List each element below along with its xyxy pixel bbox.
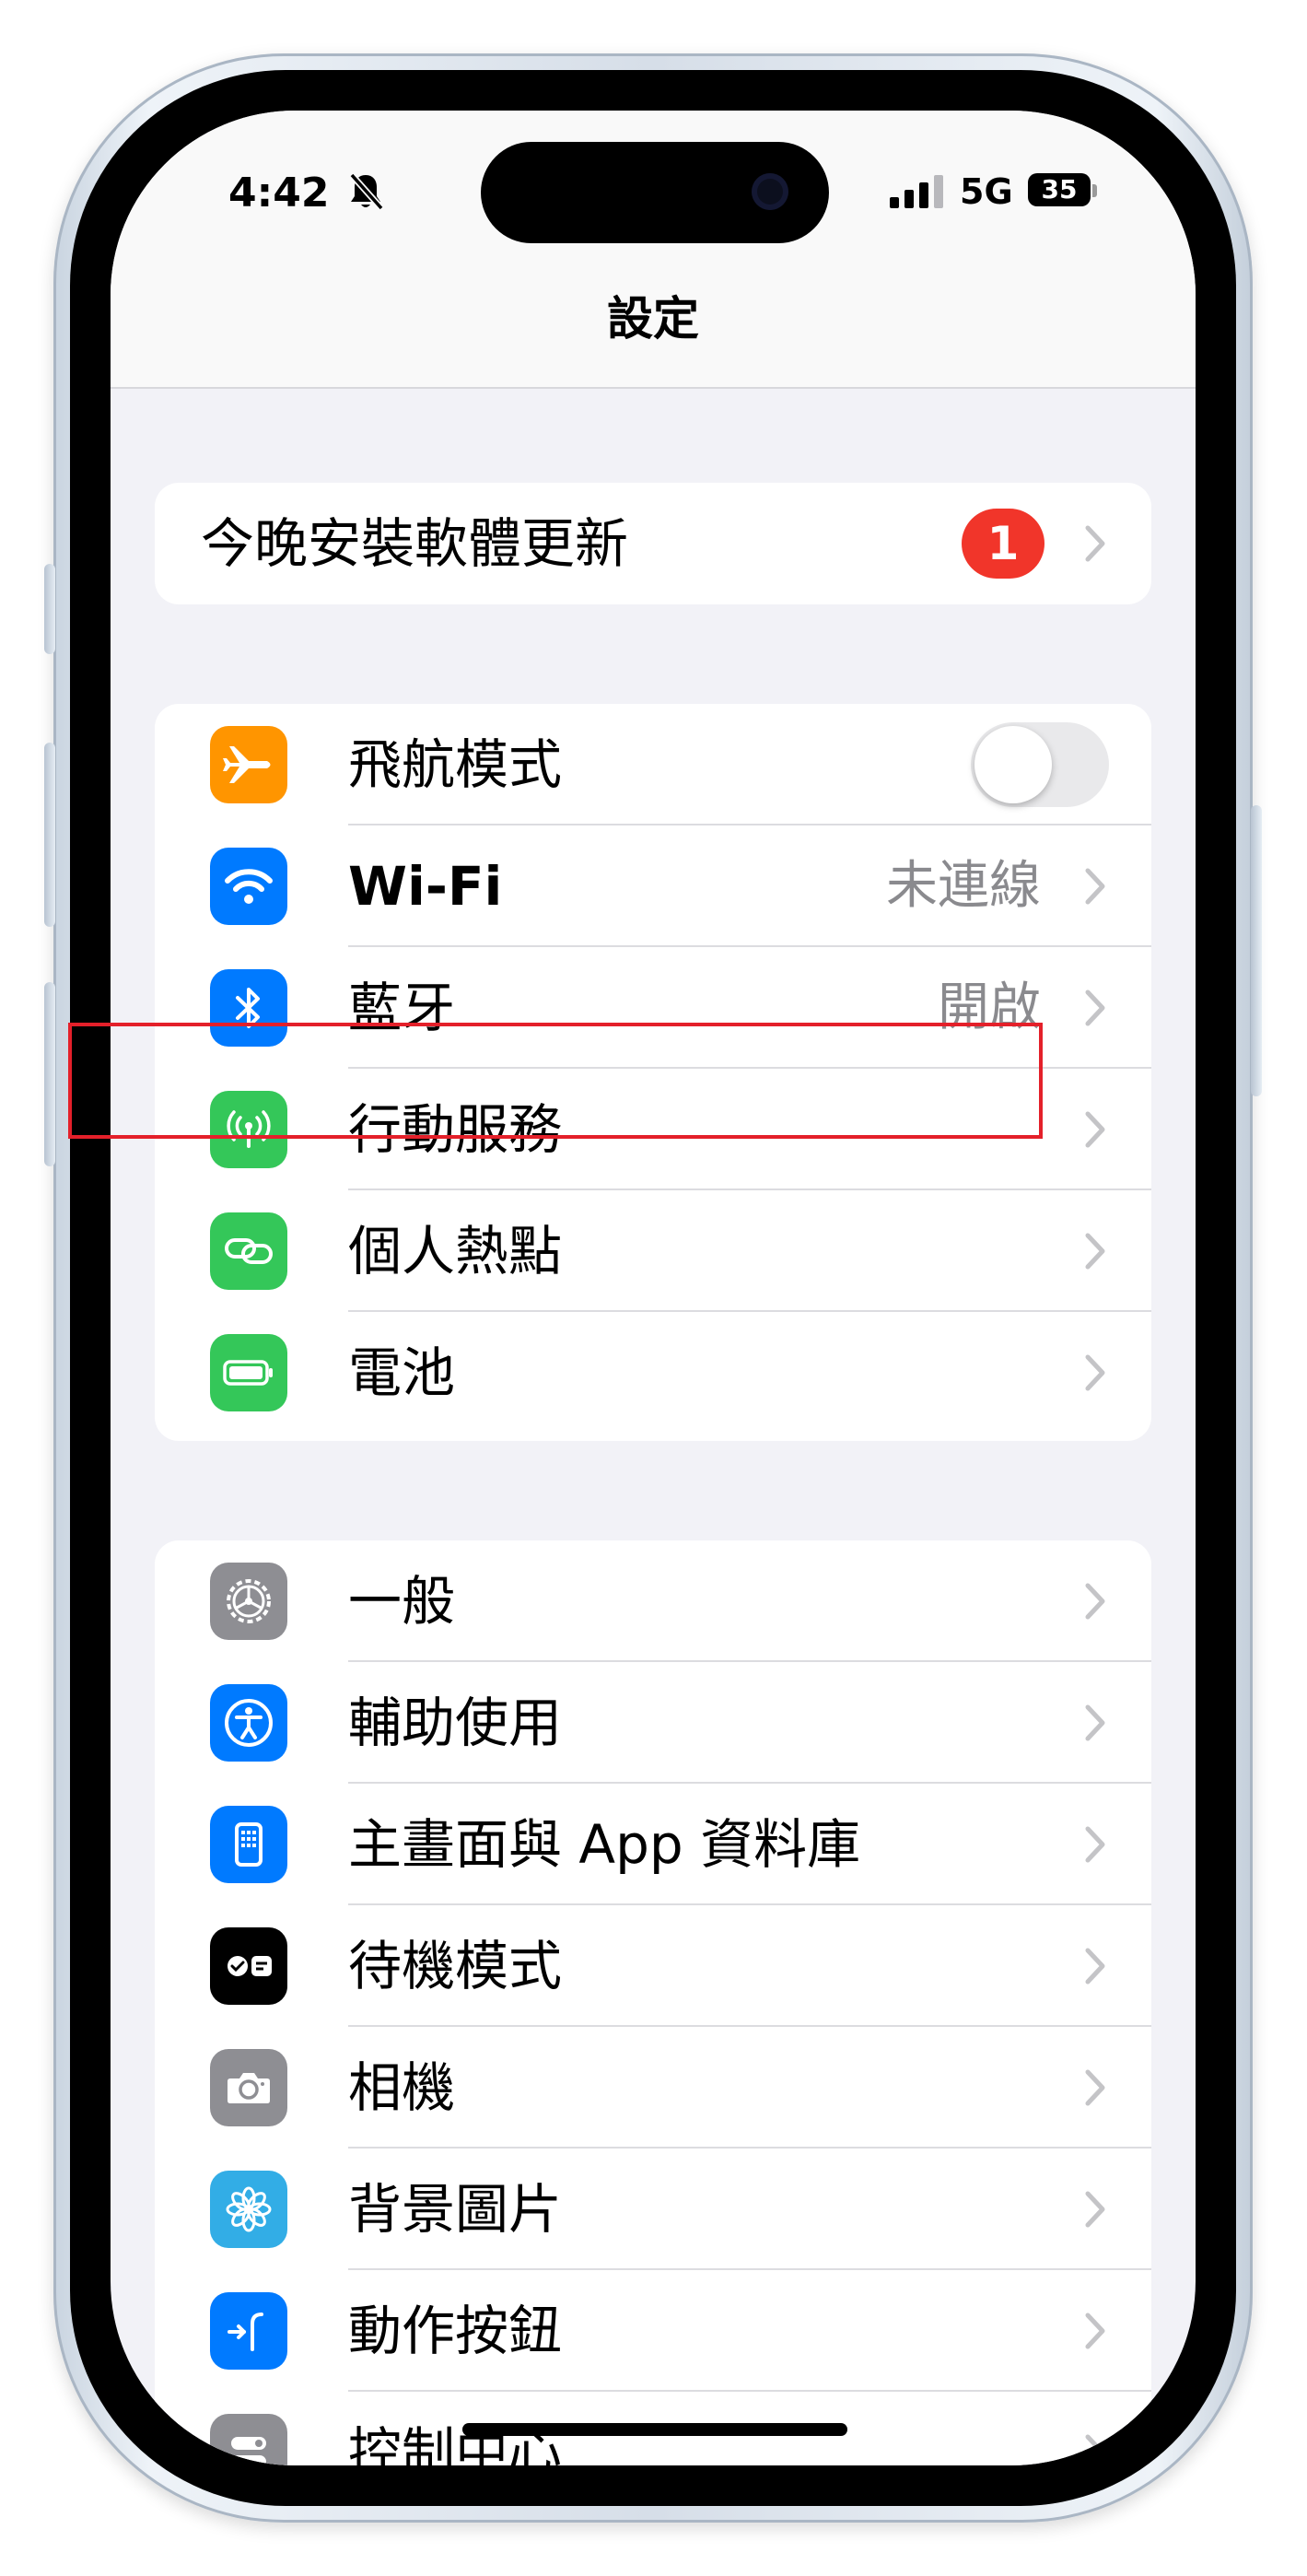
general-group: 一般 輔助使用 主畫面與 App 資料庫 待機模式 相機 背景圖片 動作按鈕 控… [155,1540,1151,2465]
wallpaper-icon [210,2171,287,2248]
chevron-right-icon [1085,2191,1105,2228]
row-value: 未連線 [886,856,1041,916]
row-label: 相機 [348,2056,456,2119]
chevron-right-icon [1085,2313,1105,2349]
standby-icon [210,1927,287,2005]
settings-row-accessibility[interactable]: 輔助使用 [155,1662,1151,1784]
home-screen-icon [210,1806,287,1883]
volume-down-button [44,982,55,1166]
settings-row-camera[interactable]: 相機 [155,2027,1151,2149]
settings-row-action-button[interactable]: 動作按鈕 [155,2270,1151,2392]
chevron-right-icon [1085,989,1105,1026]
chevron-right-icon [1085,868,1105,905]
settings-row-standby[interactable]: 待機模式 [155,1905,1151,2027]
chevron-right-icon [1085,525,1105,562]
action-side-button [44,564,55,654]
settings-row-home-screen[interactable]: 主畫面與 App 資料庫 [155,1784,1151,1905]
page-title: 設定 [607,292,699,345]
camera-icon [210,2049,287,2126]
row-label: 電池 [348,1341,456,1404]
action-button-icon [210,2292,287,2370]
volume-up-button [44,743,55,927]
accessibility-icon [210,1684,287,1762]
highlight-box [68,1023,1043,1139]
wifi-icon [210,848,287,925]
settings-row-general[interactable]: 一般 [155,1540,1151,1662]
battery-tip [1092,184,1097,197]
chevron-right-icon [1085,2434,1105,2465]
silent-mode-bell-icon [349,172,384,211]
control-center-icon [210,2414,287,2465]
chevron-right-icon [1085,1948,1105,1985]
chevron-right-icon [1085,1826,1105,1863]
software-update-row[interactable]: 今晚安裝軟體更新 1 [155,483,1151,604]
notification-badge: 1 [962,509,1044,579]
software-update-label: 今晚安裝軟體更新 [201,512,629,575]
battery-icon [210,1334,287,1411]
battery-indicator: 35 [1028,173,1091,206]
row-label: 動作按鈕 [348,2300,563,2362]
airplane-mode-toggle[interactable] [971,722,1109,807]
toggle-knob [974,726,1052,803]
chevron-right-icon [1085,1111,1105,1148]
chevron-right-icon [1085,1704,1105,1741]
settings-row-wifi[interactable]: Wi-Fi 未連線 [155,825,1151,947]
screen: 4:42 5G 35 設定 今晚安裝軟體更新 1 飛航模式 Wi-Fi 未連線 … [111,111,1196,2465]
airplane-icon [210,726,287,803]
chevron-right-icon [1085,1354,1105,1391]
row-label: 一般 [348,1570,456,1633]
row-label: 飛航模式 [348,733,563,796]
gear-icon [210,1563,287,1640]
status-time: 4:42 [228,170,330,217]
chevron-right-icon [1085,2069,1105,2106]
cellular-signal-icon [890,175,943,208]
front-camera [752,173,788,210]
row-label: 背景圖片 [348,2178,563,2241]
row-label: 主畫面與 App 資料庫 [348,1813,861,1876]
chevron-right-icon [1085,1233,1105,1270]
row-label: Wi-Fi [348,855,503,918]
navigation-header: 4:42 5G 35 設定 [111,111,1196,389]
row-label: 輔助使用 [348,1692,563,1754]
settings-row-personal-hotspot[interactable]: 個人熱點 [155,1190,1151,1312]
chevron-right-icon [1085,1583,1105,1620]
software-update-group: 今晚安裝軟體更新 1 [155,483,1151,604]
settings-row-airplane-mode[interactable]: 飛航模式 [155,704,1151,825]
network-type: 5G [960,171,1013,212]
row-label: 個人熱點 [348,1220,563,1282]
power-button [1251,805,1262,1096]
settings-row-wallpaper[interactable]: 背景圖片 [155,2149,1151,2270]
hotspot-icon [210,1212,287,1290]
home-indicator[interactable] [462,2423,847,2436]
settings-row-battery[interactable]: 電池 [155,1312,1151,1434]
row-label: 待機模式 [348,1935,563,1997]
